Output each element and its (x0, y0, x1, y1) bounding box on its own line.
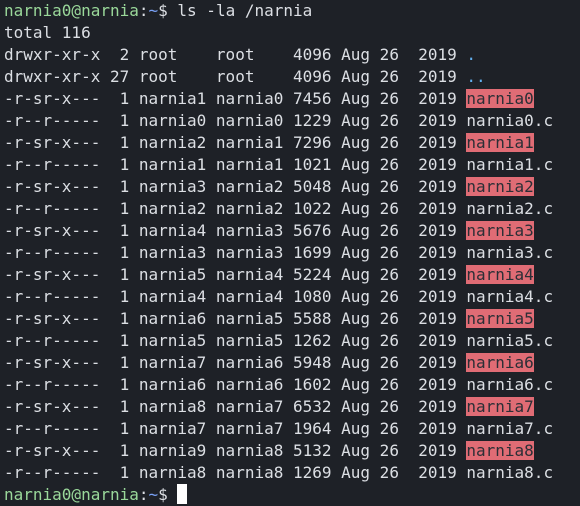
entry-details: -r-sr-x--- 1 narnia3 narnia2 5048 Aug 26… (4, 177, 467, 196)
executable-name: narnia0 (466, 89, 534, 108)
entry-details: -r-sr-x--- 1 narnia9 narnia8 5132 Aug 26… (4, 441, 467, 460)
executable-name: narnia2 (466, 177, 534, 196)
entry-details: -r--r----- 1 narnia4 narnia4 1080 Aug 26… (4, 287, 467, 306)
entry-details: -r--r----- 1 narnia3 narnia3 1699 Aug 26… (4, 243, 467, 262)
prompt-symbol: $ (158, 1, 178, 20)
file-name: narnia8.c (466, 463, 554, 482)
listing-row: -r-sr-x--- 1 narnia7 narnia6 5948 Aug 26… (4, 352, 580, 374)
file-name: narnia0.c (466, 111, 554, 130)
terminal-window[interactable]: narnia0@narnia:~$ ls -la /narnia total 1… (0, 0, 580, 504)
prompt-user-host: narnia0@narnia (4, 485, 139, 504)
listing-row: -r--r----- 1 narnia6 narnia6 1602 Aug 26… (4, 374, 580, 396)
entry-details: -r--r----- 1 narnia8 narnia8 1269 Aug 26… (4, 463, 467, 482)
listing-row: -r--r----- 1 narnia2 narnia2 1022 Aug 26… (4, 198, 580, 220)
executable-name: narnia7 (466, 397, 534, 416)
executable-name: narnia4 (466, 265, 534, 284)
executable-name: narnia5 (466, 309, 534, 328)
entry-details: -r--r----- 1 narnia0 narnia0 1229 Aug 26… (4, 111, 467, 130)
entry-details: -r-sr-x--- 1 narnia8 narnia7 6532 Aug 26… (4, 397, 467, 416)
executable-name: narnia8 (466, 441, 534, 460)
entry-details: -r-sr-x--- 1 narnia6 narnia5 5588 Aug 26… (4, 309, 467, 328)
listing-row: -r-sr-x--- 1 narnia8 narnia7 6532 Aug 26… (4, 396, 580, 418)
file-name: narnia7.c (466, 419, 554, 438)
entry-details: -r--r----- 1 narnia7 narnia7 1964 Aug 26… (4, 419, 467, 438)
listing-row: -r--r----- 1 narnia4 narnia4 1080 Aug 26… (4, 286, 580, 308)
entry-details: -r-sr-x--- 1 narnia7 narnia6 5948 Aug 26… (4, 353, 467, 372)
prompt-symbol: $ (158, 485, 178, 504)
prompt-path: ~ (148, 1, 159, 20)
listing-row: -r--r----- 1 narnia0 narnia0 1229 Aug 26… (4, 110, 580, 132)
executable-name: narnia3 (466, 221, 534, 240)
file-name: narnia2.c (466, 199, 554, 218)
directory-listing: drwxr-xr-x 2 root root 4096 Aug 26 2019 … (4, 44, 580, 484)
file-name: narnia3.c (466, 243, 554, 262)
command-line: narnia0@narnia:~$ ls -la /narnia (4, 0, 580, 22)
listing-row: -r-sr-x--- 1 narnia6 narnia5 5588 Aug 26… (4, 308, 580, 330)
command-text: ls -la /narnia (177, 1, 313, 20)
file-name: narnia1.c (466, 155, 554, 174)
entry-details: -r-sr-x--- 1 narnia1 narnia0 7456 Aug 26… (4, 89, 467, 108)
listing-row: -r--r----- 1 narnia5 narnia5 1262 Aug 26… (4, 330, 580, 352)
listing-row: -r--r----- 1 narnia3 narnia3 1699 Aug 26… (4, 242, 580, 264)
total-line: total 116 (4, 23, 91, 42)
prompt-user-host: narnia0@narnia (4, 1, 139, 20)
listing-row: -r--r----- 1 narnia8 narnia8 1269 Aug 26… (4, 462, 580, 484)
entry-details: -r--r----- 1 narnia5 narnia5 1262 Aug 26… (4, 331, 467, 350)
listing-row: -r-sr-x--- 1 narnia5 narnia4 5224 Aug 26… (4, 264, 580, 286)
entry-details: drwxr-xr-x 27 root root 4096 Aug 26 2019 (4, 67, 467, 86)
listing-row: -r-sr-x--- 1 narnia2 narnia1 7296 Aug 26… (4, 132, 580, 154)
text-cursor[interactable] (177, 484, 188, 504)
directory-name: .. (466, 67, 486, 86)
listing-row: -r--r----- 1 narnia1 narnia1 1021 Aug 26… (4, 154, 580, 176)
entry-details: -r--r----- 1 narnia2 narnia2 1022 Aug 26… (4, 199, 467, 218)
entry-details: -r-sr-x--- 1 narnia5 narnia4 5224 Aug 26… (4, 265, 467, 284)
listing-row: drwxr-xr-x 27 root root 4096 Aug 26 2019… (4, 66, 580, 88)
prompt-path: ~ (148, 485, 159, 504)
listing-row: -r-sr-x--- 1 narnia4 narnia3 5676 Aug 26… (4, 220, 580, 242)
entry-details: -r--r----- 1 narnia6 narnia6 1602 Aug 26… (4, 375, 467, 394)
listing-row: -r--r----- 1 narnia7 narnia7 1964 Aug 26… (4, 418, 580, 440)
entry-details: -r--r----- 1 narnia1 narnia1 1021 Aug 26… (4, 155, 467, 174)
entry-details: -r-sr-x--- 1 narnia2 narnia1 7296 Aug 26… (4, 133, 467, 152)
entry-details: -r-sr-x--- 1 narnia4 narnia3 5676 Aug 26… (4, 221, 467, 240)
prompt-separator: : (138, 1, 149, 20)
executable-name: narnia1 (466, 133, 534, 152)
entry-details: drwxr-xr-x 2 root root 4096 Aug 26 2019 (4, 45, 467, 64)
directory-name: . (466, 45, 477, 64)
file-name: narnia4.c (466, 287, 554, 306)
listing-row: -r-sr-x--- 1 narnia1 narnia0 7456 Aug 26… (4, 88, 580, 110)
file-name: narnia5.c (466, 331, 554, 350)
prompt-separator: : (138, 485, 149, 504)
listing-row: -r-sr-x--- 1 narnia9 narnia8 5132 Aug 26… (4, 440, 580, 462)
executable-name: narnia6 (466, 353, 534, 372)
file-name: narnia6.c (466, 375, 554, 394)
listing-row: drwxr-xr-x 2 root root 4096 Aug 26 2019 … (4, 44, 580, 66)
listing-row: -r-sr-x--- 1 narnia3 narnia2 5048 Aug 26… (4, 176, 580, 198)
